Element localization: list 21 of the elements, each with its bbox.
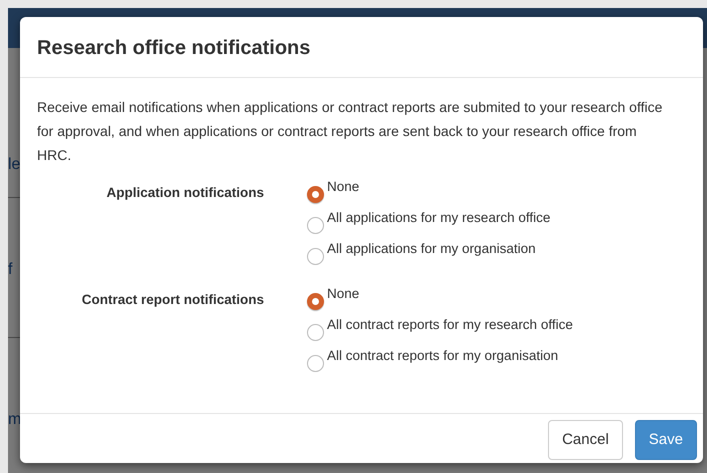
- group-label: Application notifications: [106, 184, 265, 202]
- background-text: le: [8, 155, 20, 175]
- background-text: m: [8, 410, 20, 430]
- radio-button[interactable]: [307, 293, 324, 310]
- option-label[interactable]: All applications for my research office: [327, 208, 550, 227]
- background-text: f: [8, 260, 14, 280]
- option-label[interactable]: None: [327, 177, 360, 196]
- radio-button[interactable]: [307, 324, 324, 341]
- radio-button[interactable]: [307, 186, 324, 203]
- dialog-title: Research office notifications: [37, 36, 312, 61]
- dialog-description: Receive email notifications when applications or contract reports are submited to your research office for approval, and when applications or contract reports are sent back to your research office from HRC.: [37, 98, 664, 165]
- radio-button[interactable]: [307, 217, 324, 234]
- group-label: Contract report notifications: [80, 291, 265, 309]
- option-label[interactable]: None: [327, 284, 360, 303]
- option-label[interactable]: All contract reports for my organisation: [327, 346, 558, 365]
- radio-button[interactable]: [307, 355, 324, 372]
- cancel-button[interactable]: Cancel: [548, 420, 623, 460]
- radio-button[interactable]: [307, 248, 324, 265]
- option-label[interactable]: All contract reports for my research office: [327, 315, 573, 334]
- option-label[interactable]: All applications for my organisation: [327, 239, 536, 258]
- save-button[interactable]: Save: [634, 420, 697, 460]
